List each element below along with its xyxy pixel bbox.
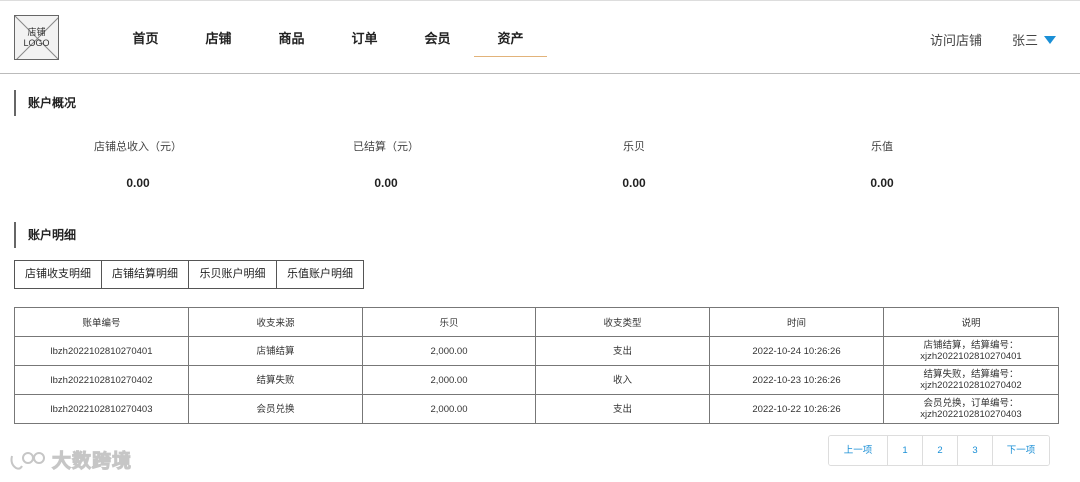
top-navigation-bar: 店铺 LOGO 首页 店铺 商品 订单 会员 资产 访问店铺 张三 <box>0 0 1080 74</box>
column-header: 乐贝 <box>362 307 536 337</box>
table-cell: 2,000.00 <box>362 336 536 366</box>
summary-label: 已结算（元） <box>353 141 419 153</box>
column-header: 时间 <box>709 307 884 337</box>
table-cell: 2022-10-23 10:26:26 <box>709 365 884 395</box>
overview-summary: 店铺总收入（元） 0.00 已结算（元） 0.00 乐贝 0.00 乐值 0.0… <box>14 140 1006 190</box>
table-header-row: 账单编号 收支来源 乐贝 收支类型 时间 说明 <box>14 307 1059 337</box>
note-line: xjzh2022102810270403 <box>920 409 1022 420</box>
watermark-text: 大数跨境 <box>51 451 133 473</box>
visit-store-link[interactable]: 访问店铺 <box>930 30 982 49</box>
summary-settled: 已结算（元） 0.00 <box>262 140 510 190</box>
column-header: 收支来源 <box>188 307 363 337</box>
note-line: xjzh2022102810270402 <box>920 380 1022 391</box>
page-button-3[interactable]: 3 <box>957 436 992 465</box>
user-name: 张三 <box>1012 33 1039 48</box>
tab-store-income-expense[interactable]: 店铺收支明细 <box>14 260 102 289</box>
table-cell-note: 结算失败，结算编号： xjzh2022102810270402 <box>883 365 1059 395</box>
summary-lezhi: 乐值 0.00 <box>758 140 1006 190</box>
note-line: 店铺结算，结算编号： <box>923 340 1019 351</box>
nav-products[interactable]: 商品 <box>255 21 328 57</box>
note-line: 会员兑换，订单编号： <box>923 398 1019 409</box>
details-table: 账单编号 收支来源 乐贝 收支类型 时间 说明 lbzh202210281027… <box>14 307 1059 424</box>
table-cell: lbzh2022102810270401 <box>14 336 189 366</box>
nav-assets[interactable]: 资产 <box>474 21 547 57</box>
user-menu[interactable]: 张三 <box>1012 30 1057 49</box>
prev-page-button[interactable]: 上一项 <box>829 436 887 465</box>
caret-down-icon <box>1044 36 1057 44</box>
table-cell: lbzh2022102810270402 <box>14 365 189 395</box>
page-button-2[interactable]: 2 <box>922 436 957 465</box>
watermark-logo-icon <box>10 451 45 470</box>
table-cell: 支出 <box>535 394 710 424</box>
table-cell-note: 会员兑换，订单编号： xjzh2022102810270403 <box>883 394 1059 424</box>
note-line: xjzh2022102810270401 <box>920 351 1022 362</box>
column-header: 收支类型 <box>535 307 710 337</box>
logo-text-line: 店铺 <box>27 27 46 37</box>
table-cell: 结算失败 <box>188 365 363 395</box>
tab-lezhi-account[interactable]: 乐值账户明细 <box>276 260 364 289</box>
table-cell: 2022-10-24 10:26:26 <box>709 336 884 366</box>
summary-value: 0.00 <box>870 176 894 190</box>
table-cell: lbzh2022102810270403 <box>14 394 189 424</box>
table-cell: 2022-10-22 10:26:26 <box>709 394 884 424</box>
table-cell: 2,000.00 <box>362 394 536 424</box>
table-row: lbzh2022102810270402 结算失败 2,000.00 收入 20… <box>14 365 1059 395</box>
nav-members[interactable]: 会员 <box>401 21 474 57</box>
table-cell: 支出 <box>535 336 710 366</box>
nav-home[interactable]: 首页 <box>109 21 182 57</box>
next-page-button[interactable]: 下一项 <box>992 436 1049 465</box>
section-title-overview: 账户概况 <box>14 90 76 116</box>
note-line: 结算失败，结算编号： <box>923 369 1019 380</box>
summary-value: 0.00 <box>622 176 646 190</box>
page-button-1[interactable]: 1 <box>887 436 922 465</box>
summary-label: 店铺总收入（元） <box>94 141 182 153</box>
table-cell: 2,000.00 <box>362 365 536 395</box>
store-logo[interactable]: 店铺 LOGO <box>14 15 59 60</box>
nav-orders[interactable]: 订单 <box>328 21 401 57</box>
watermark: 大数跨境 <box>8 446 132 473</box>
table-cell: 收入 <box>535 365 710 395</box>
table-row: lbzh2022102810270403 会员兑换 2,000.00 支出 20… <box>14 394 1059 424</box>
summary-label: 乐贝 <box>623 141 645 153</box>
logo-text-line: LOGO <box>23 38 50 48</box>
table-cell-note: 店铺结算，结算编号： xjzh2022102810270401 <box>883 336 1059 366</box>
table-cell: 会员兑换 <box>188 394 363 424</box>
summary-lebei: 乐贝 0.00 <box>510 140 758 190</box>
tab-store-settlement[interactable]: 店铺结算明细 <box>101 260 189 289</box>
summary-total-income: 店铺总收入（元） 0.00 <box>14 140 262 190</box>
main-nav: 首页 店铺 商品 订单 会员 资产 <box>109 21 547 57</box>
column-header: 账单编号 <box>14 307 189 337</box>
details-tabs: 店铺收支明细 店铺结算明细 乐贝账户明细 乐值账户明细 <box>14 260 364 289</box>
nav-store[interactable]: 店铺 <box>182 21 255 57</box>
column-header: 说明 <box>883 307 1059 337</box>
table-cell: 店铺结算 <box>188 336 363 366</box>
summary-label: 乐值 <box>871 141 893 153</box>
pagination: 上一项 1 2 3 下一项 <box>828 435 1050 466</box>
tab-lebei-account[interactable]: 乐贝账户明细 <box>188 260 277 289</box>
summary-value: 0.00 <box>374 176 398 190</box>
logo-text: 店铺 LOGO <box>15 27 58 49</box>
summary-value: 0.00 <box>126 176 150 190</box>
section-title-details: 账户明细 <box>14 222 76 248</box>
table-row: lbzh2022102810270401 店铺结算 2,000.00 支出 20… <box>14 336 1059 366</box>
